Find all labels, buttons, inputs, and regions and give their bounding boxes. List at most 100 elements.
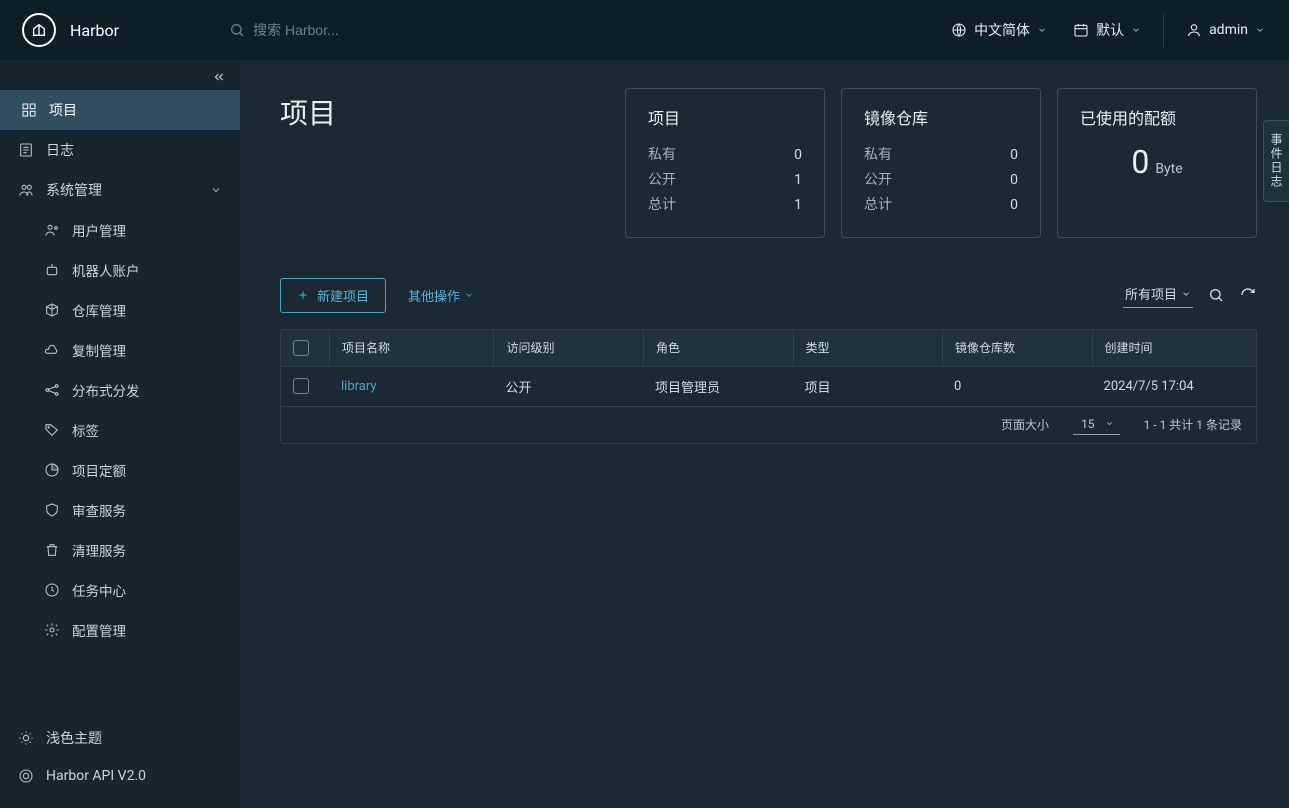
page-head: 项目 项目 私有0 公开1 总计1 镜像仓库 私有0 公开0 总计0 已使用的配… [280, 88, 1257, 238]
gear-icon [44, 622, 60, 638]
page-size-value: 15 [1081, 417, 1095, 431]
project-filter-select[interactable]: 所有项目 [1123, 282, 1193, 308]
label: 公开 [648, 168, 676, 193]
search-box[interactable] [229, 22, 453, 38]
quota-unit: Byte [1155, 161, 1182, 177]
search-input[interactable] [253, 22, 453, 38]
card-title: 已使用的配额 [1080, 105, 1234, 129]
table-footer: 页面大小 15 1 - 1 共计 1 条记录 [281, 406, 1256, 443]
sidebar-item-label: 清理服务 [72, 540, 126, 560]
logs-icon [18, 142, 34, 158]
sidebar-item-registries[interactable]: 仓库管理 [0, 290, 240, 330]
date-mode-selector[interactable]: 默认 [1069, 14, 1145, 46]
api-icon [18, 768, 34, 784]
sidebar-item-admin[interactable]: 系统管理 [0, 170, 240, 210]
globe-icon [951, 22, 967, 38]
nav: 项目 日志 系统管理 用户管理 机器人账户 仓库管理 [0, 90, 240, 650]
sidebar-item-interrogation[interactable]: 审查服务 [0, 490, 240, 530]
sidebar-item-distribution[interactable]: 分布式分发 [0, 370, 240, 410]
brand: Harbor [22, 13, 119, 47]
page-size-label: 页面大小 [1001, 416, 1049, 433]
events-log-tab[interactable]: 事件日志 [1263, 120, 1289, 202]
value: 0 [1010, 143, 1018, 168]
robot-icon [44, 262, 60, 278]
value: 0 [1010, 193, 1018, 218]
th-created[interactable]: 创建时间 [1092, 330, 1256, 366]
cell-role: 项目管理员 [643, 367, 793, 406]
table-header: 项目名称 访问级别 角色 类型 镜像仓库数 创建时间 [281, 330, 1256, 366]
sidebar-item-robot-accounts[interactable]: 机器人账户 [0, 250, 240, 290]
sidebar-item-quotas[interactable]: 项目定额 [0, 450, 240, 490]
sidebar-item-logs[interactable]: 日志 [0, 130, 240, 170]
sidebar-item-config[interactable]: 配置管理 [0, 610, 240, 650]
date-mode-label: 默认 [1096, 20, 1124, 40]
sidebar-item-label: 仓库管理 [72, 300, 126, 320]
button-label: 新建项目 [317, 286, 369, 305]
page-title: 项目 [280, 88, 336, 238]
divider [1163, 13, 1164, 47]
th-checkbox [281, 330, 329, 366]
replication-icon [44, 342, 60, 358]
cell-access: 公开 [493, 367, 643, 406]
th-role[interactable]: 角色 [643, 330, 793, 366]
double-chevron-left-icon [212, 70, 226, 84]
sidebar-item-label: 配置管理 [72, 620, 126, 640]
select-all-checkbox[interactable] [293, 340, 309, 356]
actions-right: 所有项目 [1123, 282, 1257, 308]
projects-table: 项目名称 访问级别 角色 类型 镜像仓库数 创建时间 library 公开 项目… [280, 329, 1257, 444]
sidebar-item-label: 日志 [46, 140, 74, 160]
shell: 项目 日志 系统管理 用户管理 机器人账户 仓库管理 [0, 60, 1289, 808]
tasks-icon [44, 582, 60, 598]
chevron-down-icon [464, 290, 474, 300]
sidebar-item-gc[interactable]: 清理服务 [0, 530, 240, 570]
refresh-icon [1240, 287, 1256, 303]
new-project-button[interactable]: 新建项目 [280, 278, 386, 313]
sidebar-item-users[interactable]: 用户管理 [0, 210, 240, 250]
user-name: admin [1209, 22, 1248, 38]
sidebar-item-projects[interactable]: 项目 [0, 90, 240, 130]
sidebar-item-labels[interactable]: 标签 [0, 410, 240, 450]
sidebar-item-label: 标签 [72, 420, 99, 440]
label: 总计 [648, 193, 676, 218]
harbor-logo-icon [22, 13, 56, 47]
sidebar-item-label: 审查服务 [72, 500, 126, 520]
theme-label: 浅色主题 [46, 728, 102, 748]
th-repo-count[interactable]: 镜像仓库数 [942, 330, 1092, 366]
quota-icon [44, 462, 60, 478]
label: 公开 [864, 168, 892, 193]
cell-created: 2024/7/5 17:04 [1092, 367, 1256, 406]
sidebar-item-label: 分布式分发 [72, 380, 140, 400]
quota-value: 0 [1131, 143, 1149, 181]
sidebar-item-replication[interactable]: 复制管理 [0, 330, 240, 370]
sidebar-item-label: 机器人账户 [72, 260, 140, 280]
brand-name: Harbor [70, 21, 119, 40]
search-icon [229, 22, 245, 38]
refresh-button[interactable] [1239, 286, 1257, 304]
th-name[interactable]: 项目名称 [329, 330, 493, 366]
page-size-select[interactable]: 15 [1073, 415, 1120, 435]
calendar-icon [1073, 22, 1089, 38]
sidebar-item-jobservice[interactable]: 任务中心 [0, 570, 240, 610]
language-selector[interactable]: 中文简体 [947, 14, 1051, 46]
th-type[interactable]: 类型 [793, 330, 943, 366]
chevron-down-icon [210, 184, 222, 196]
search-button[interactable] [1207, 286, 1225, 304]
row-checkbox[interactable] [293, 378, 309, 394]
theme-toggle[interactable]: 浅色主题 [0, 718, 240, 758]
topbar: Harbor 中文简体 默认 admin [0, 0, 1289, 60]
cell-type: 项目 [793, 367, 943, 406]
sidebar-collapse-button[interactable] [0, 60, 240, 90]
user-icon [1186, 22, 1202, 38]
card-quota: 已使用的配额 0 Byte [1057, 88, 1257, 238]
th-access[interactable]: 访问级别 [493, 330, 643, 366]
api-label: Harbor API V2.0 [46, 768, 146, 784]
user-menu[interactable]: admin [1182, 16, 1269, 44]
plus-icon [297, 289, 309, 301]
trash-icon [44, 542, 60, 558]
api-link[interactable]: Harbor API V2.0 [0, 758, 240, 794]
project-name-link[interactable]: library [341, 379, 377, 394]
other-actions-dropdown[interactable]: 其他操作 [408, 286, 474, 305]
value: 1 [794, 193, 802, 218]
topbar-right: 中文简体 默认 admin [947, 13, 1269, 47]
distribution-icon [44, 382, 60, 398]
